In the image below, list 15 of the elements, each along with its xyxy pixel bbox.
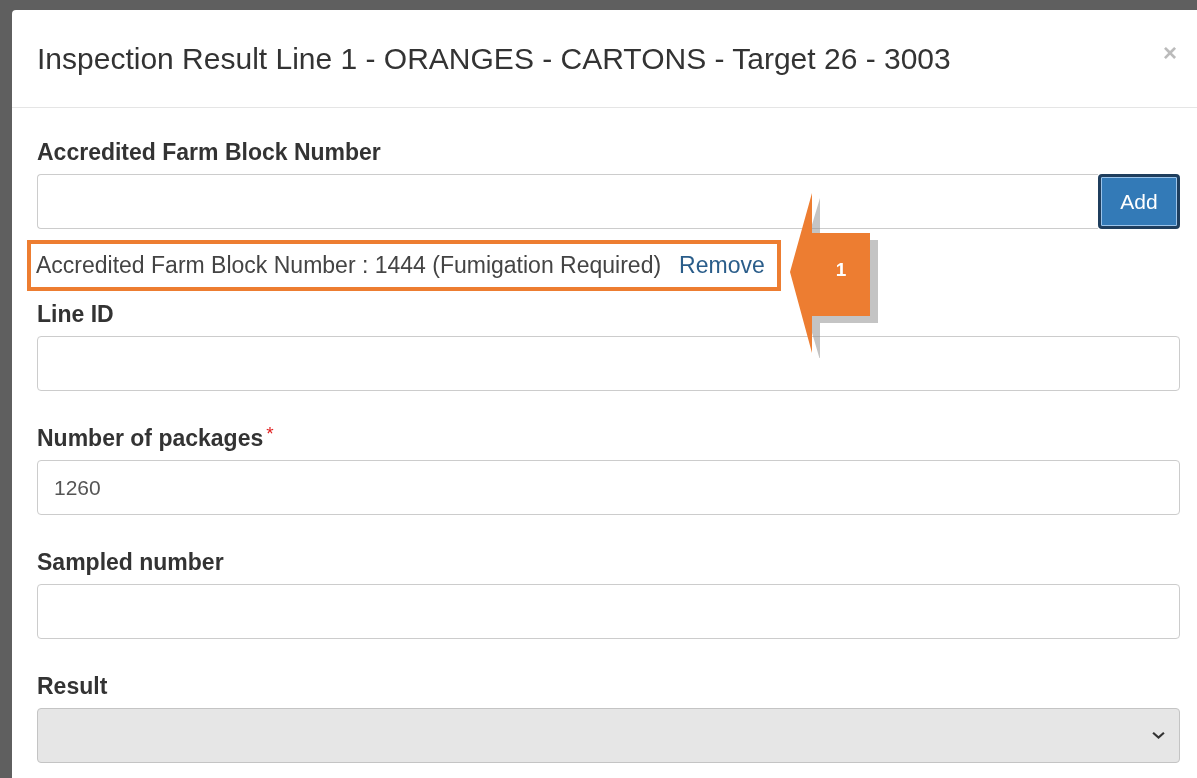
field-label: Accredited Farm Block Number	[37, 139, 381, 166]
entry-text: Accredited Farm Block Number : 1444 (Fumigation Required)	[36, 252, 662, 279]
field-label: Number of packages	[37, 425, 264, 452]
field-label: Result	[37, 673, 108, 700]
text-field[interactable]	[37, 584, 1180, 639]
text-field[interactable]: 1260	[37, 460, 1180, 515]
field-label: Sampled number	[37, 549, 224, 576]
add-button[interactable]: Add	[1098, 174, 1180, 229]
dialog-title: Inspection Result Line 1 - ORANGES - CARTONS - Target 26 - 3003	[37, 41, 951, 76]
remove-link[interactable]: Remove	[679, 252, 765, 279]
text-field[interactable]	[37, 174, 1098, 229]
required-mark: *	[266, 425, 274, 442]
caret-icon	[1152, 731, 1165, 740]
text-field[interactable]	[37, 336, 1180, 391]
field-label: Line ID	[37, 301, 114, 328]
